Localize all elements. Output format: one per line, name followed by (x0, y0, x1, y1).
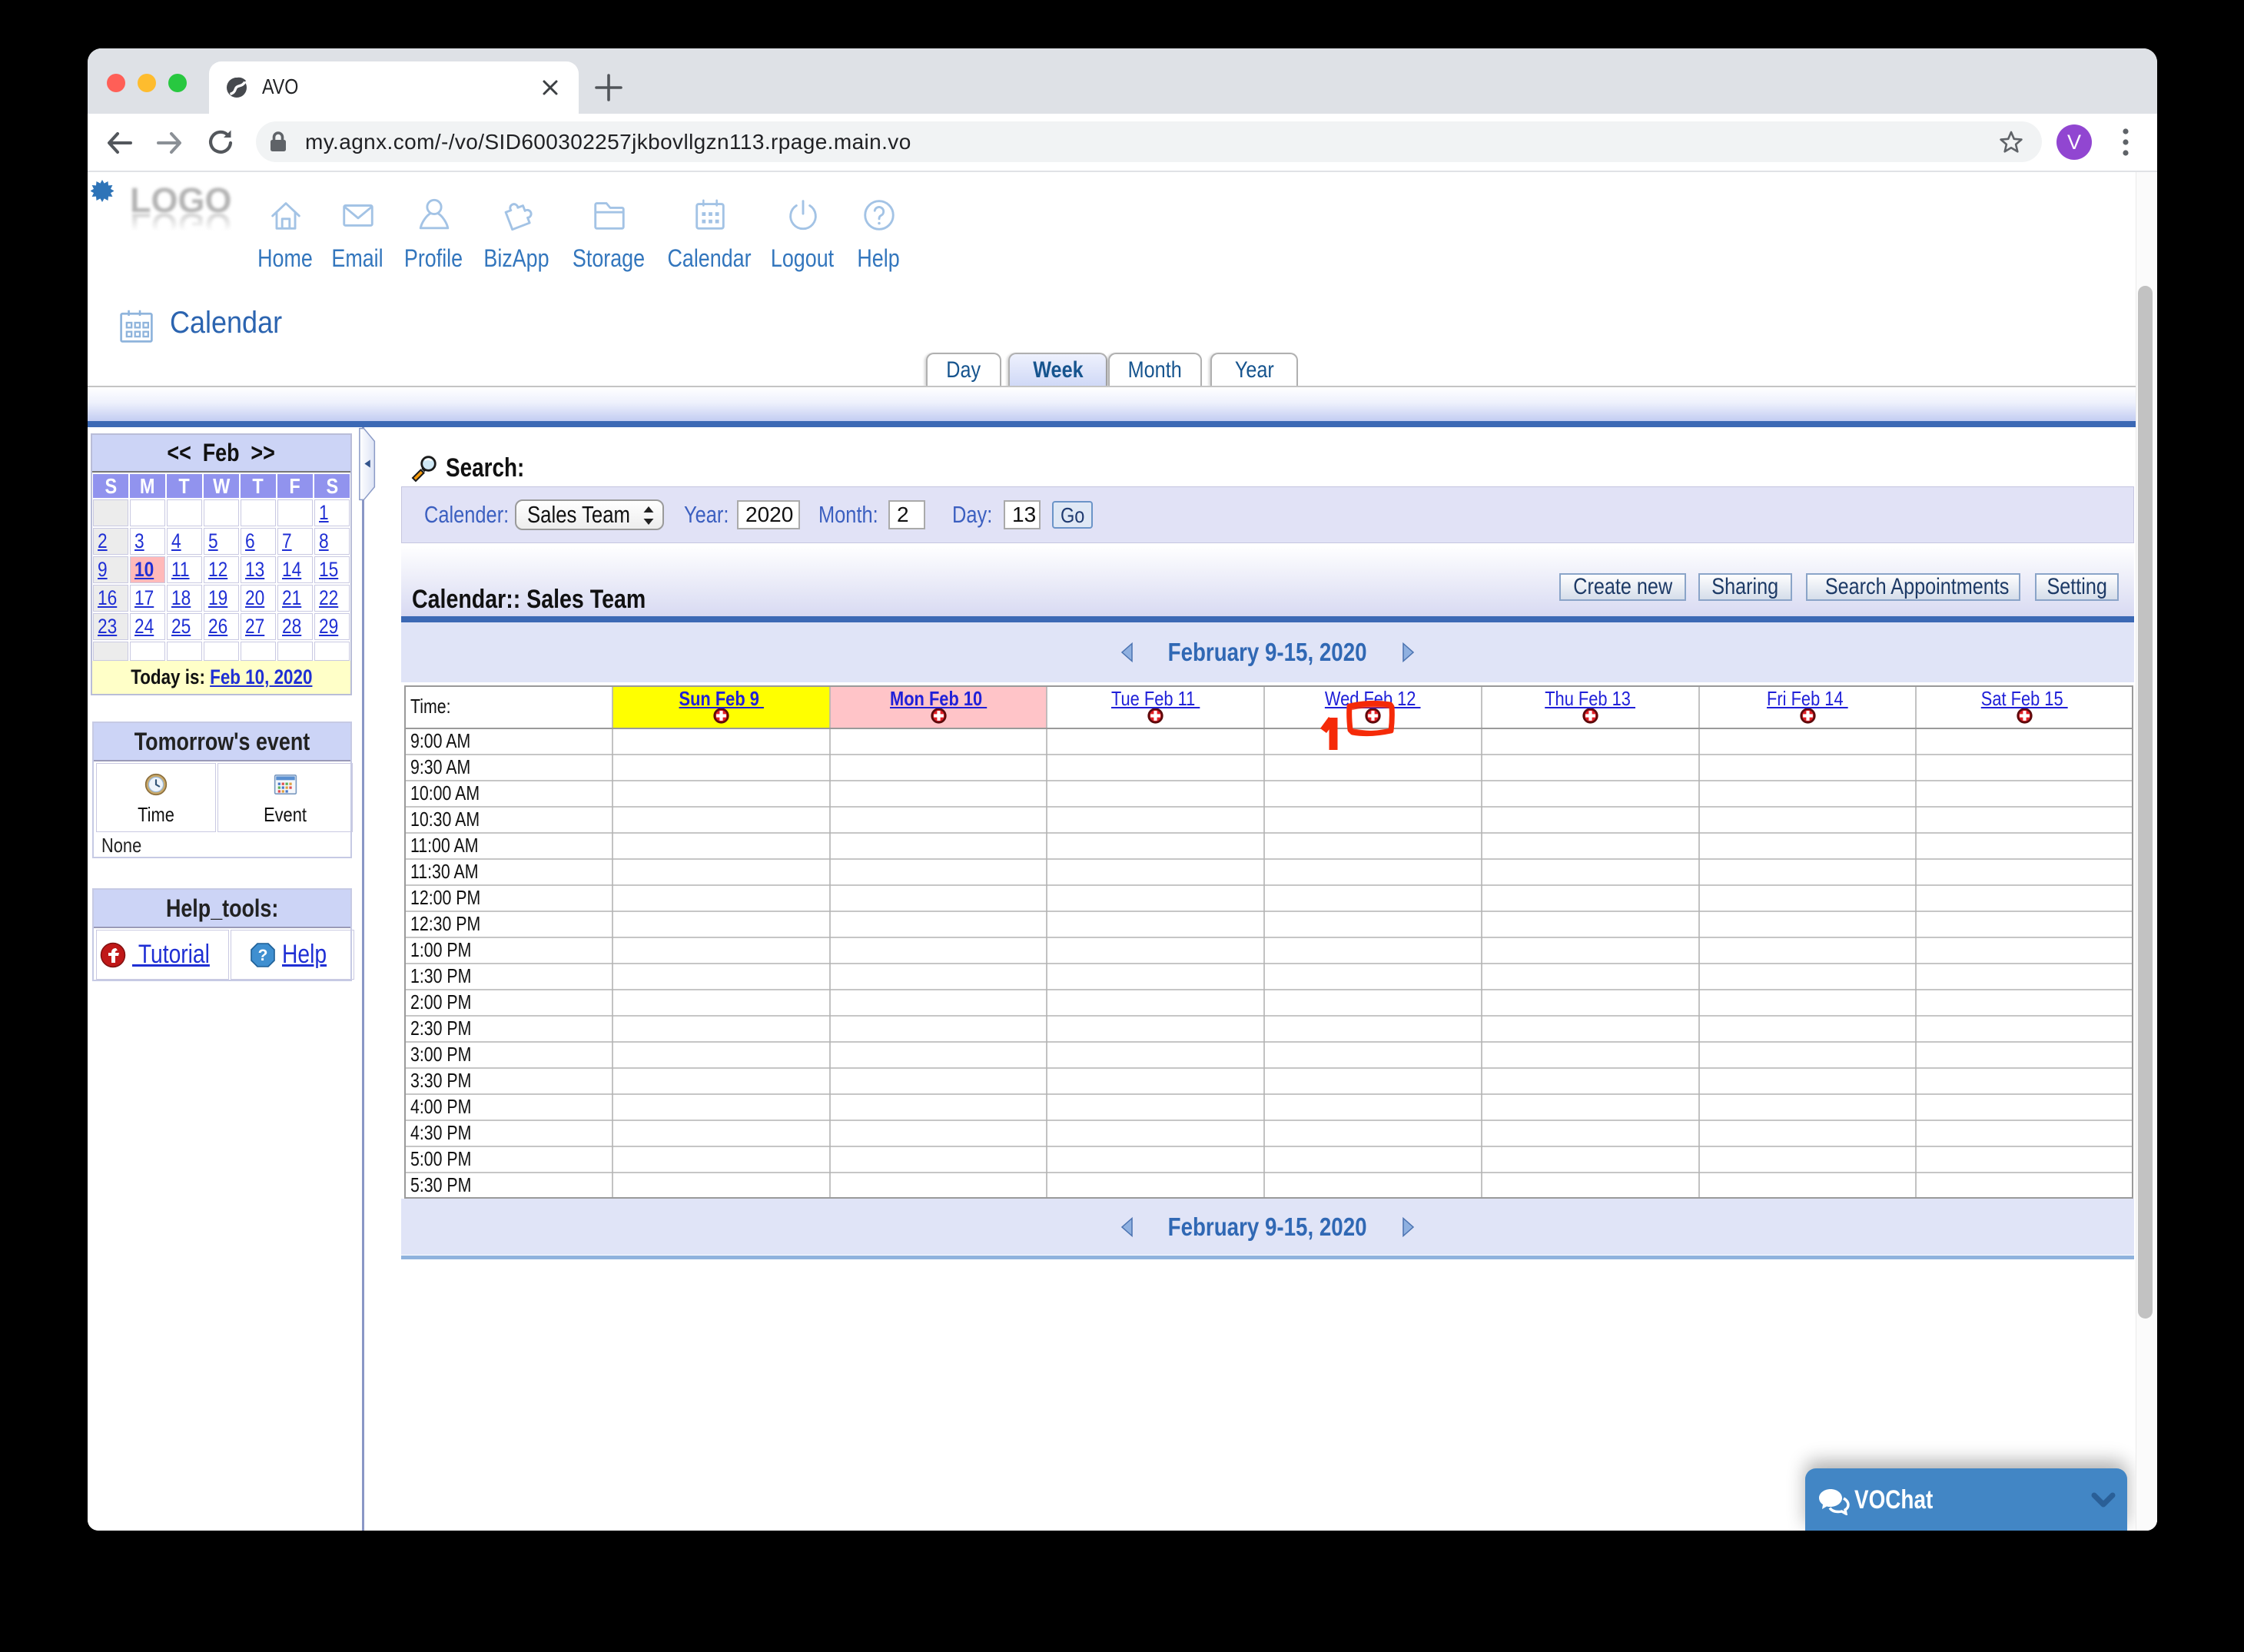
svg-text:?: ? (257, 947, 267, 964)
